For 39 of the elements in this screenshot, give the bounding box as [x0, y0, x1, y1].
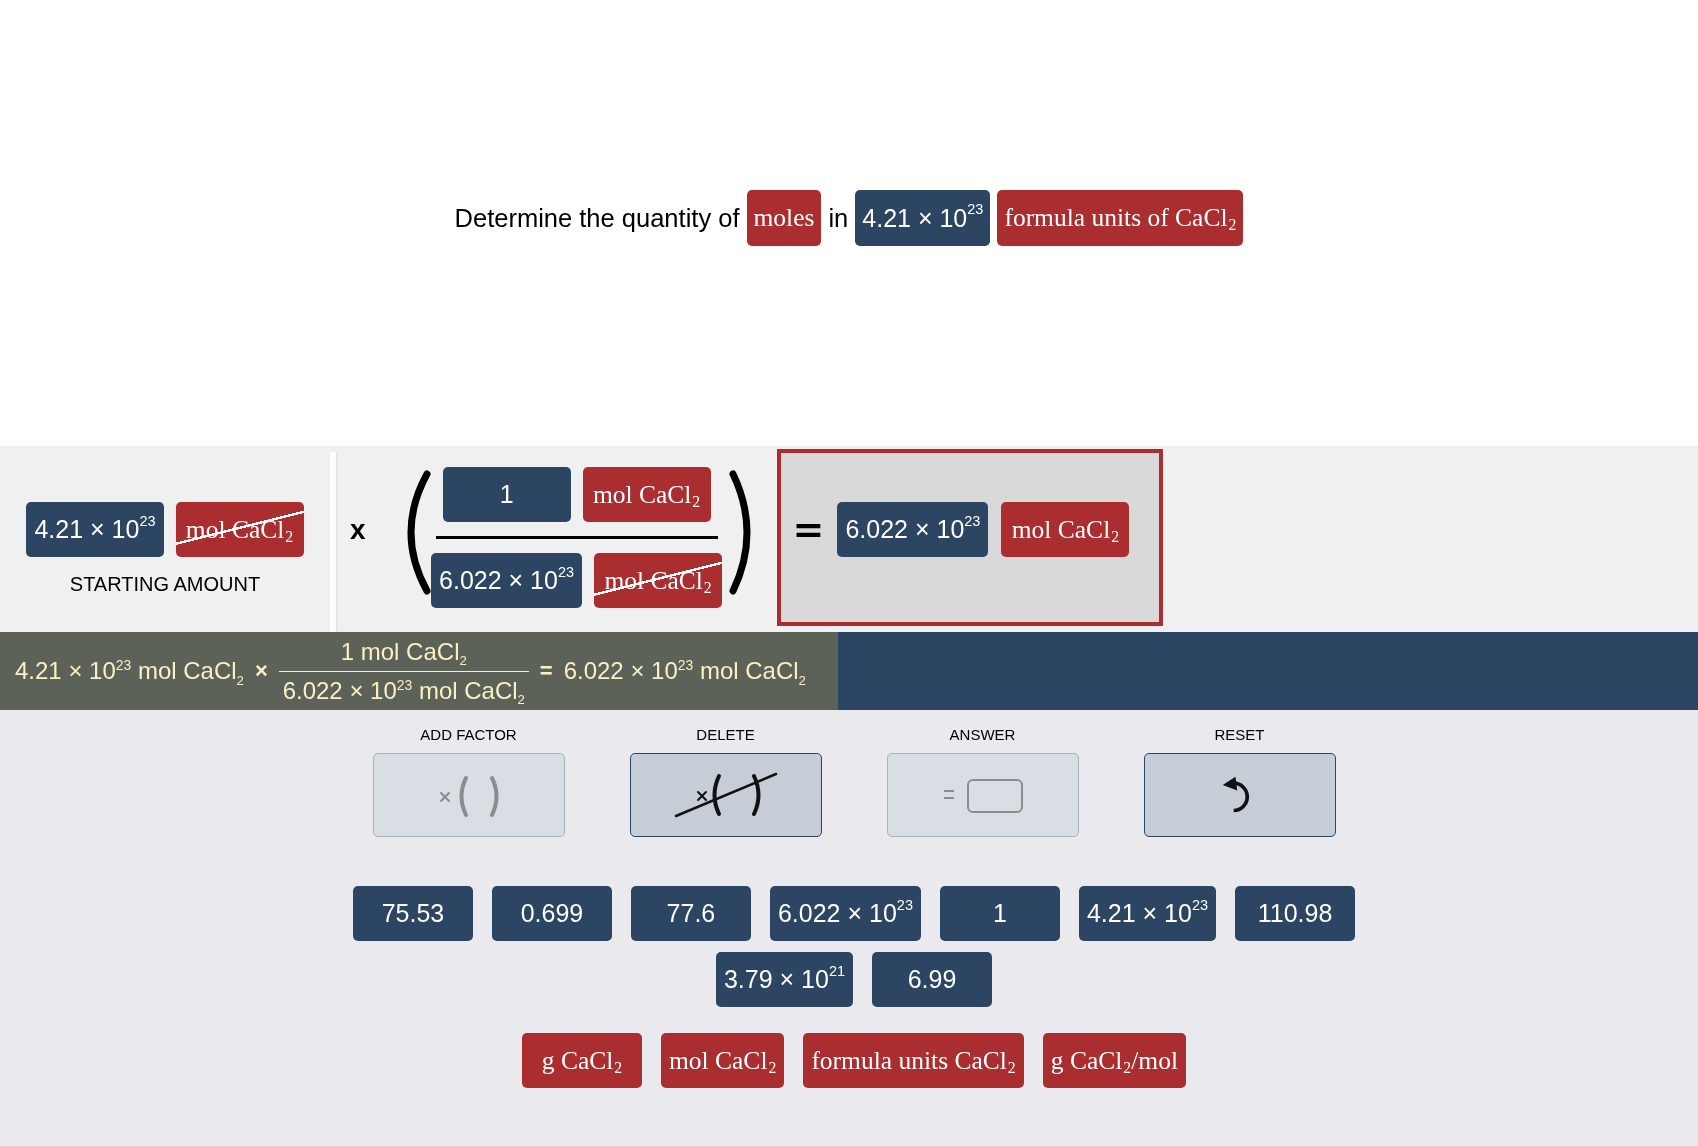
number-tile[interactable]: 110.98: [1235, 886, 1356, 941]
tool-button[interactable]: [629, 753, 822, 837]
number-tile[interactable]: 77.6: [630, 886, 751, 941]
result-expression: 6.022 × 10$^{23}$ mol CaCl$_{2}$: [563, 658, 806, 684]
number-tile[interactable]: 6.022 × 10$^{23}$: [769, 886, 921, 941]
unit-tag: moles: [746, 190, 822, 246]
unit-tile[interactable]: mol CaCl$_{2}$: [1001, 502, 1130, 557]
number-tile[interactable]: 3.79 × 10$^{21}$: [715, 952, 854, 1007]
control-caption: RESET: [1214, 725, 1265, 745]
multiply-sign: ×: [254, 658, 268, 684]
unit-tile[interactable]: g CaCl$_{2}$: [522, 1033, 642, 1088]
fraction-denominator: 6.022 × 10$^{23}$ mol CaCl$_{2}$: [282, 677, 525, 704]
number-tile[interactable]: 6.022 × 10$^{23}$: [431, 553, 583, 608]
control-caption: DELETE: [696, 725, 755, 745]
number-tile[interactable]: 6.99: [872, 952, 993, 1007]
equals-sign: =: [539, 658, 553, 684]
number-tile[interactable]: 75.53: [352, 886, 473, 941]
number-tile[interactable]: 6.022 × 10$^{23}$: [837, 502, 989, 557]
unit-tile[interactable]: g CaCl$_{2}$/mol: [1042, 1033, 1186, 1088]
number-tile[interactable]: 1: [442, 467, 571, 522]
unit-tile[interactable]: mol CaCl$_{2}$: [661, 1033, 785, 1088]
unit-tag: formula units of CaCl$_{2}$: [997, 190, 1244, 246]
fraction-numerator: 1 mol CaCl$_{2}$: [340, 638, 467, 665]
question-text: in: [828, 203, 849, 233]
number-tag: 4.21 × 10$^{23}$: [855, 190, 991, 246]
number-tile[interactable]: 1: [939, 886, 1060, 941]
number-tile[interactable]: 0.699: [491, 886, 612, 941]
equals-sign: =: [792, 506, 825, 553]
starting-amount-label: STARTING AMOUNT: [69, 572, 261, 596]
multiply-sign: x: [350, 514, 366, 546]
tool-button[interactable]: [1143, 753, 1336, 837]
question-text: Determine the quantity of: [454, 203, 740, 233]
unit-tile[interactable]: mol CaCl$_{2}$: [582, 467, 711, 522]
number-tile[interactable]: 4.21 × 10$^{23}$: [26, 502, 164, 557]
control-caption: ANSWER: [949, 725, 1016, 745]
number-tile[interactable]: 4.21 × 10$^{23}$: [1078, 886, 1217, 941]
control-caption: ADD FACTOR: [420, 725, 517, 745]
unit-tile[interactable]: formula units CaCl$_{2}$: [803, 1033, 1024, 1088]
starting-expression: 4.21 × 10$^{23}$ mol CaCl$_{2}$: [15, 658, 244, 684]
